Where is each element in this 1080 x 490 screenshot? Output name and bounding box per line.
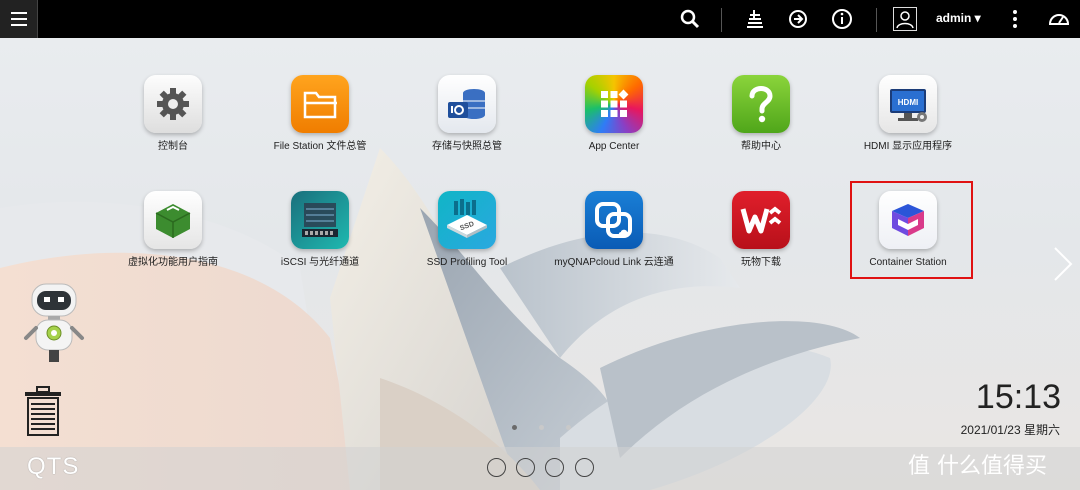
app-label: App Center bbox=[588, 141, 640, 152]
app-control-panel[interactable]: 控制台 bbox=[103, 75, 243, 153]
app-wanwu-download[interactable]: 玩物下载 bbox=[691, 191, 831, 269]
cloud-icon[interactable] bbox=[487, 458, 506, 477]
trash-icon[interactable] bbox=[22, 386, 64, 438]
app-ssd-profiling-tool[interactable]: SSD SSD Profiling Tool bbox=[397, 191, 537, 269]
storage-icon bbox=[438, 75, 496, 133]
server-icon bbox=[291, 191, 349, 249]
app-label: 帮助中心 bbox=[741, 141, 781, 152]
background-tasks-icon[interactable] bbox=[743, 7, 767, 31]
page-indicator-active[interactable] bbox=[512, 425, 517, 430]
watermark: 值 什么值得买 bbox=[908, 454, 1047, 479]
user-avatar[interactable] bbox=[893, 7, 917, 31]
app-label: HDMI 显示应用程序 bbox=[863, 141, 953, 152]
ssd-icon: SSD bbox=[438, 191, 496, 249]
book-icon[interactable] bbox=[545, 458, 564, 477]
app-hdmi-display[interactable]: HDMI HDMI 显示应用程序 bbox=[838, 75, 978, 153]
virtualization-icon bbox=[144, 191, 202, 249]
page-indicator[interactable] bbox=[566, 425, 571, 430]
app-label: 控制台 bbox=[158, 141, 188, 152]
more-options-icon[interactable] bbox=[1003, 7, 1027, 31]
app-virtualization-guide[interactable]: 虚拟化功能用户指南 bbox=[103, 191, 243, 269]
clock-date: 2021/01/23 星期六 bbox=[960, 423, 1060, 437]
app-myqnapcloud-link[interactable]: myQNAPcloud Link 云连通 bbox=[544, 191, 684, 269]
app-label: SSD Profiling Tool bbox=[426, 257, 508, 268]
tools-icon[interactable] bbox=[516, 458, 535, 477]
feedback-icon[interactable] bbox=[575, 458, 594, 477]
app-app-center[interactable]: App Center bbox=[544, 75, 684, 153]
gear-icon bbox=[144, 75, 202, 133]
app-label: 虚拟化功能用户指南 bbox=[128, 257, 218, 268]
app-label: 玩物下载 bbox=[741, 257, 781, 268]
svg-text:HDMI: HDMI bbox=[898, 98, 918, 107]
external-device-icon[interactable] bbox=[786, 7, 810, 31]
app-iscsi-fibre[interactable]: iSCSI 与光纤通道 bbox=[250, 191, 390, 269]
qts-logo: QTS bbox=[27, 453, 80, 480]
dashboard-icon[interactable] bbox=[1047, 7, 1071, 31]
chevron-right-icon[interactable] bbox=[1052, 246, 1074, 282]
app-label: iSCSI 与光纤通道 bbox=[280, 257, 360, 268]
username-menu[interactable]: admin ▾ bbox=[936, 11, 981, 25]
topbar-divider bbox=[876, 8, 877, 32]
clock-time: 15:13 bbox=[975, 378, 1061, 416]
main-menu-button[interactable] bbox=[0, 0, 38, 38]
app-label: myQNAPcloud Link 云连通 bbox=[554, 257, 674, 268]
app-help-center[interactable]: 帮助中心 bbox=[691, 75, 831, 153]
app-label: File Station 文件总管 bbox=[273, 141, 367, 152]
app-grid-icon bbox=[585, 75, 643, 133]
helpdesk-robot-icon[interactable] bbox=[18, 280, 90, 364]
folder-icon bbox=[291, 75, 349, 133]
app-file-station[interactable]: File Station 文件总管 bbox=[250, 75, 390, 153]
download-icon bbox=[732, 191, 790, 249]
top-bar: admin ▾ bbox=[0, 0, 1080, 38]
app-storage-snapshots[interactable]: 存储与快照总管 bbox=[397, 75, 537, 153]
question-icon bbox=[732, 75, 790, 133]
selection-highlight-box bbox=[850, 181, 973, 279]
user-icon bbox=[896, 11, 914, 29]
cloud-link-icon bbox=[585, 191, 643, 249]
page-indicator[interactable] bbox=[539, 425, 544, 430]
topbar-divider bbox=[721, 8, 722, 32]
app-label: 存储与快照总管 bbox=[432, 141, 502, 152]
info-icon[interactable] bbox=[830, 7, 854, 31]
search-icon[interactable] bbox=[678, 7, 702, 31]
monitor-icon: HDMI bbox=[879, 75, 937, 133]
